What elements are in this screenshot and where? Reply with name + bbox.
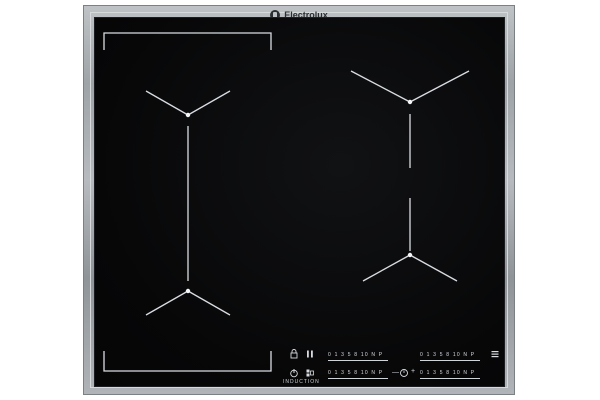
right-lower-power-scale[interactable]: 0 1 3 5 8 10 N P (420, 370, 475, 376)
left-lower-slider-track[interactable] (328, 378, 388, 379)
induction-label: INDUCTION (283, 379, 320, 385)
left-upper-power-scale[interactable]: 0 1 3 5 8 10 N P (328, 352, 383, 358)
cooking-zone-markings (103, 32, 470, 372)
left-upper-zone-line-a (145, 90, 189, 116)
pause-icon[interactable] (305, 349, 315, 359)
left-lower-zone-line-b (187, 290, 231, 316)
right-upper-zone-dot[interactable] (407, 99, 413, 105)
left-lower-power-scale[interactable]: 0 1 3 5 8 10 N P (328, 370, 383, 376)
left-upper-zone-dot[interactable] (185, 112, 191, 118)
ceramic-glass-surface: INDUCTION 0 1 3 5 8 10 N P 0 1 3 5 8 10 … (94, 17, 505, 387)
timer-icon[interactable] (399, 368, 409, 378)
lock-icon[interactable] (289, 349, 299, 359)
right-lower-zone-dot[interactable] (407, 252, 413, 258)
hob2hood-icon[interactable] (490, 349, 500, 359)
left-lower-zone-dot[interactable] (185, 288, 191, 294)
right-lower-zone-line-b (409, 254, 458, 282)
left-zone-top-left-corner (103, 32, 272, 50)
right-upper-slider-track[interactable] (420, 360, 480, 361)
right-lower-zone-line-a (362, 254, 411, 282)
left-upper-zone-line-b (187, 90, 231, 116)
right-upper-zone-line-b (409, 70, 470, 103)
right-lower-slider-track[interactable] (420, 378, 480, 379)
power-icon[interactable] (289, 368, 299, 378)
left-zone-bottom-left-corner (103, 351, 272, 372)
left-lower-zone-line-a (145, 290, 189, 316)
right-upper-power-scale[interactable]: 0 1 3 5 8 10 N P (420, 352, 475, 358)
bridge-icon[interactable] (305, 368, 315, 378)
timer-plus-button[interactable]: + (411, 368, 416, 375)
right-upper-zone-line-a (350, 70, 411, 103)
left-upper-slider-track[interactable] (328, 360, 388, 361)
